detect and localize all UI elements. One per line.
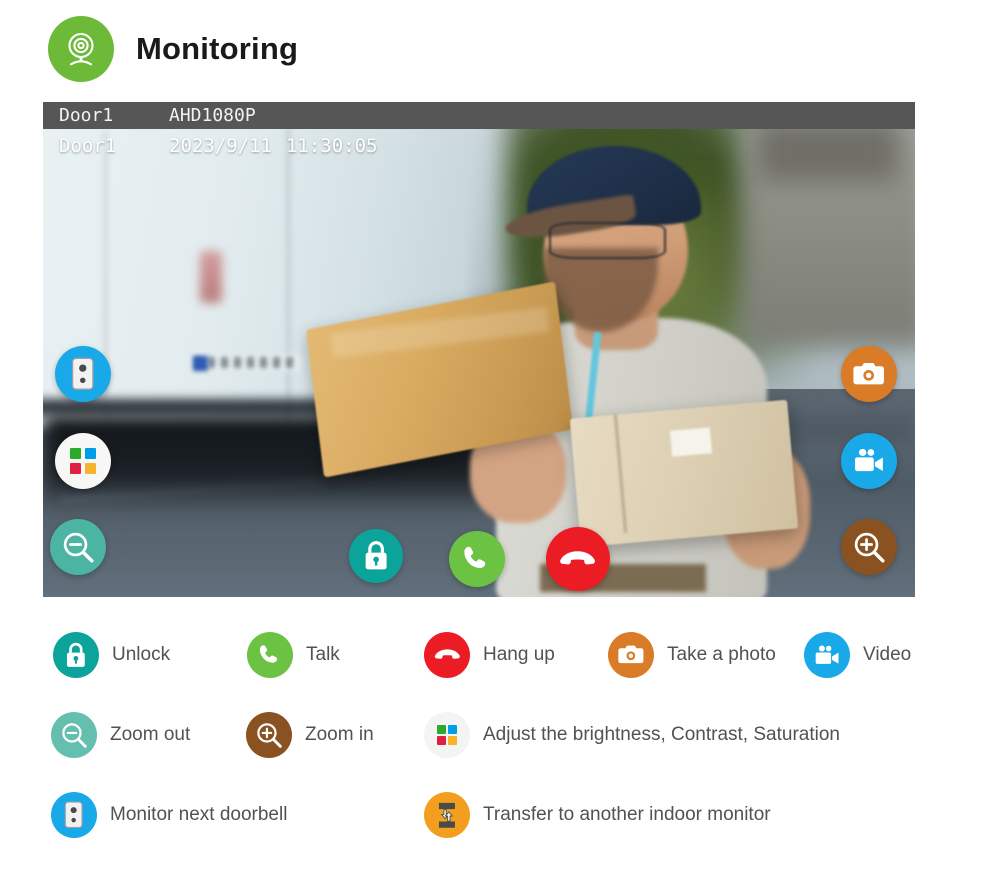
legend-zoom-in: Zoom in bbox=[246, 712, 374, 758]
legend-monitor-next-doorbell-label: Monitor next doorbell bbox=[110, 804, 288, 825]
legend-zoom-out-label: Zoom out bbox=[110, 724, 191, 745]
talk-button[interactable] bbox=[449, 531, 505, 587]
hang-up-button[interactable] bbox=[546, 527, 610, 591]
osd-title-bar: Door1 AHD1080P bbox=[43, 102, 915, 129]
monitor-next-doorbell-button[interactable] bbox=[55, 346, 111, 402]
osd-resolution: AHD1080P bbox=[169, 105, 256, 126]
legend-talk-label: Talk bbox=[306, 644, 340, 665]
unlock-button[interactable] bbox=[349, 529, 403, 583]
zoom-out-icon bbox=[61, 530, 96, 565]
legend-monitor-next-doorbell: Monitor next doorbell bbox=[51, 792, 287, 838]
legend-video: Video bbox=[804, 632, 911, 678]
scene-van-plate-text bbox=[194, 357, 295, 369]
camera-icon bbox=[853, 361, 885, 387]
phone-icon bbox=[247, 632, 293, 678]
camera-icon bbox=[608, 632, 654, 678]
lock-icon bbox=[361, 539, 391, 572]
osd-date: 2023/9/11 bbox=[169, 135, 272, 157]
zoom-out-button[interactable] bbox=[50, 519, 106, 575]
lock-icon bbox=[53, 632, 99, 678]
zoom-in-icon bbox=[246, 712, 292, 758]
legend-zoom-in-label: Zoom in bbox=[305, 724, 374, 745]
video-record-button[interactable] bbox=[841, 433, 897, 489]
adjust-image-button[interactable] bbox=[55, 433, 111, 489]
legend-talk: Talk bbox=[247, 632, 340, 678]
scene-van-plate-badge bbox=[192, 356, 208, 372]
phone-icon bbox=[462, 544, 491, 573]
color-grid-icon bbox=[424, 712, 470, 758]
legend-unlock-label: Unlock bbox=[112, 644, 171, 665]
osd-camera-name: Door1 bbox=[59, 105, 114, 126]
camcorder-icon bbox=[853, 447, 885, 475]
legend-transfer-monitor: Transfer to another indoor monitor bbox=[424, 792, 771, 838]
legend-take-photo: Take a photo bbox=[608, 632, 776, 678]
hangup-icon bbox=[559, 548, 596, 570]
legend-take-photo-label: Take a photo bbox=[667, 644, 776, 665]
zoom-in-button[interactable] bbox=[841, 519, 897, 575]
scene-cardboard-parcel bbox=[569, 399, 799, 547]
legend-adjust-image-label: Adjust the brightness, Contrast, Saturat… bbox=[483, 724, 840, 745]
video-scene bbox=[43, 102, 915, 597]
doorbell-icon bbox=[71, 357, 95, 391]
legend-hangup-label: Hang up bbox=[483, 644, 555, 665]
legend-hangup: Hang up bbox=[424, 632, 555, 678]
osd-time: 11:30:05 bbox=[285, 135, 378, 157]
take-photo-button[interactable] bbox=[841, 346, 897, 402]
doorbell-icon bbox=[51, 792, 97, 838]
zoom-in-icon bbox=[852, 530, 887, 565]
scene-courier-glasses bbox=[548, 222, 667, 259]
scene-parcel-label bbox=[669, 426, 712, 457]
hangup-icon bbox=[424, 632, 470, 678]
legend-transfer-monitor-label: Transfer to another indoor monitor bbox=[483, 804, 771, 825]
camcorder-icon bbox=[804, 632, 850, 678]
color-grid-icon bbox=[70, 448, 96, 474]
legend-video-label: Video bbox=[863, 644, 912, 665]
page-header: Monitoring bbox=[48, 16, 298, 82]
page-title: Monitoring bbox=[136, 31, 299, 66]
legend-adjust-image: Adjust the brightness, Contrast, Saturat… bbox=[424, 712, 840, 758]
osd-camera-name-secondary: Door1 bbox=[59, 135, 117, 157]
webcam-icon bbox=[48, 16, 114, 82]
transfer-icon bbox=[424, 792, 470, 838]
osd-timestamp-row: Door1 2023/9/11 11:30:05 bbox=[43, 131, 915, 161]
video-preview-panel[interactable]: Door1 AHD1080P Door1 2023/9/11 11:30:05 bbox=[43, 102, 915, 597]
legend-unlock: Unlock bbox=[53, 632, 170, 678]
scene-van-seam bbox=[287, 126, 291, 424]
scene-van-taillight bbox=[199, 250, 222, 303]
legend-zoom-out: Zoom out bbox=[51, 712, 190, 758]
zoom-out-icon bbox=[51, 712, 97, 758]
